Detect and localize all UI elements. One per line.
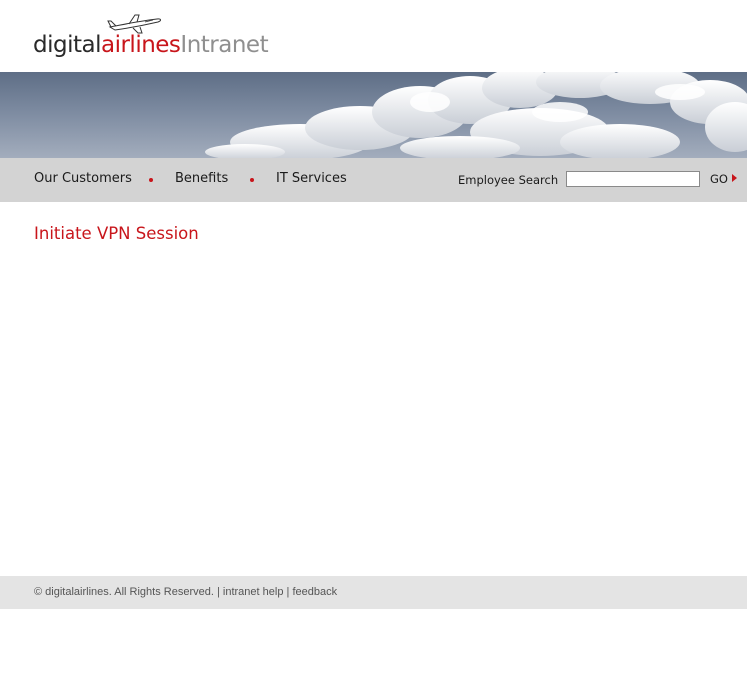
brand-digital: digital	[33, 32, 101, 58]
clouds-image	[205, 72, 747, 158]
search-go-button[interactable]: GO	[710, 172, 737, 186]
copyright-symbol: ©	[34, 586, 43, 598]
sky-banner	[0, 72, 747, 158]
brand-intranet: Intranet	[180, 32, 269, 58]
employee-search-label: Employee Search	[458, 173, 559, 187]
copyright-text: digitalairlines. All Rights Reserved.	[45, 586, 214, 598]
footer-separator: |	[216, 586, 220, 598]
feedback-link[interactable]: feedback	[292, 586, 337, 598]
intranet-help-link[interactable]: intranet help	[223, 586, 284, 598]
nav-benefits[interactable]: Benefits	[175, 171, 228, 186]
nav-separator-dot	[250, 178, 254, 182]
page-title: Initiate VPN Session	[34, 224, 199, 243]
go-label: GO	[710, 172, 728, 186]
footer-separator: |	[286, 586, 290, 598]
nav-our-customers[interactable]: Our Customers	[34, 171, 132, 186]
nav-it-services[interactable]: IT Services	[276, 171, 347, 186]
brand-airlines: airlines	[100, 32, 181, 58]
footer: © digitalairlines. All Rights Reserved. …	[0, 576, 747, 609]
header: digitalairlinesIntranet	[0, 0, 747, 72]
go-arrow-icon	[731, 174, 737, 182]
brand-wordmark: digitalairlinesIntranet	[33, 32, 269, 58]
top-navigation: Our Customers Benefits IT Services Emplo…	[0, 158, 747, 202]
footer-text: © digitalairlines. All Rights Reserved. …	[34, 586, 337, 598]
employee-search-input[interactable]	[566, 171, 700, 187]
nav-separator-dot	[149, 178, 153, 182]
brand-logo[interactable]: digitalairlinesIntranet	[33, 12, 273, 62]
airplane-icon	[107, 14, 161, 34]
